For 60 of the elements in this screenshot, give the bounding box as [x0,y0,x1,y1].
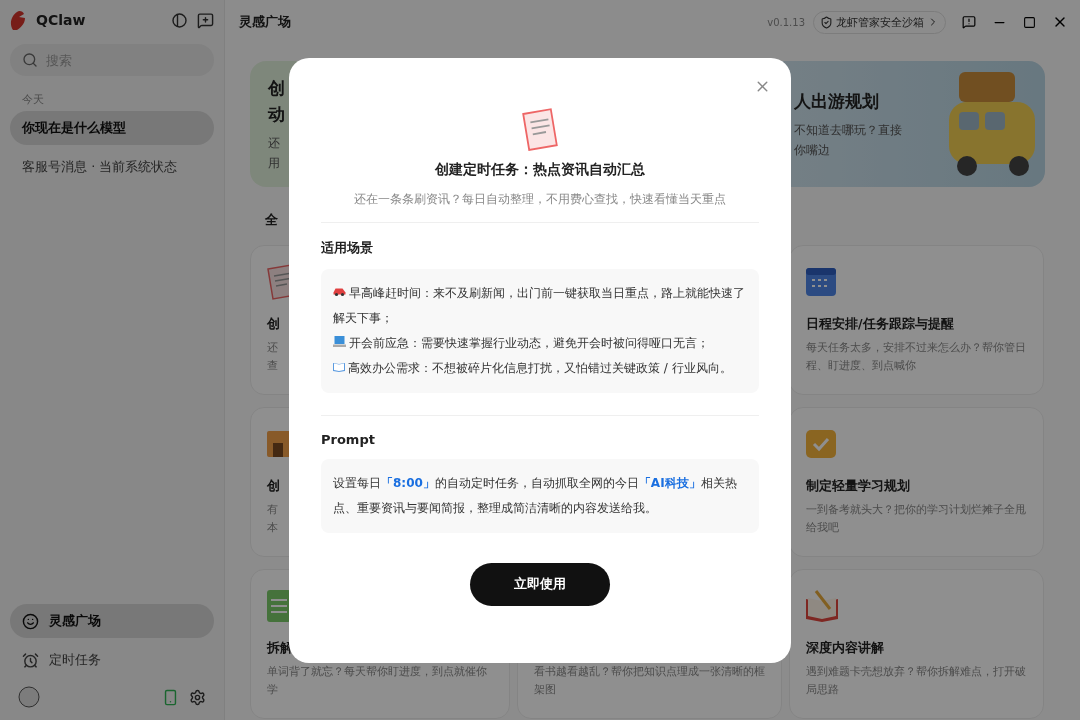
newspaper-icon [522,107,558,151]
smile-icon [22,612,39,630]
new-chat-icon[interactable] [197,11,214,29]
alarm-clock-icon [22,651,39,669]
card-title: 日程安排/任务跟踪与提醒 [806,316,954,333]
dialog-subtitle: 还在一条条刷资讯？每日自动整理，不用费心查找，快速看懂当天重点 [353,190,727,208]
use-now-button[interactable]: 立即使用 [470,562,610,606]
open-book-icon [333,362,345,372]
card-description: 有 [267,502,278,518]
banner-text: 你嘴边 [793,142,831,159]
search-icon [22,52,38,68]
dialog-title: 创建定时任务：热点资讯自动汇总 [434,160,646,179]
feedback-icon[interactable] [962,15,976,29]
nav-label: 定时任务 [49,651,101,669]
claw-icon [10,10,26,30]
card-description: 学 [267,682,278,698]
shop-icon [267,431,291,457]
banner-title: 创 [268,77,285,100]
section-heading: Prompt [321,431,376,447]
card-description: 架图 [534,682,556,698]
nav-item[interactable]: 灵感广场 [10,604,214,638]
sandbox-label: 龙虾管家安全沙箱 [836,14,924,30]
card-description: 单词背了就忘？每天帮你盯进度，到点就催你 [267,664,487,680]
section-heading: 适用场景 [321,238,374,257]
card-description: 给我吧 [806,520,839,536]
maximize-icon[interactable] [1023,15,1036,29]
card-description: 查 [267,358,278,374]
book-icon [806,590,838,622]
nav-label: 灵感广场 [49,612,101,630]
chat-item[interactable]: 你现在是什么模型 [10,111,214,145]
settings-icon[interactable] [189,688,206,706]
chat-item[interactable]: 客服号消息 · 当前系统状态 [10,150,214,184]
sidebar-toggle-icon[interactable] [172,12,187,28]
prompt-text: 设置每日「8:00」的自动定时任务，自动抓取全网的今日「AI科技」相关热点、重要资讯与要闻简报，整理成简洁清晰的内容发送给我。 [333,474,738,517]
app-name: QClaw [36,12,87,28]
shield-icon [820,15,833,29]
card-description: 还 [267,340,278,356]
card-title: 制定轻量学习规划 [806,478,910,495]
banner-text: 用 [268,155,281,172]
card-title: 创 [267,478,280,495]
page-title: 灵感广场 [239,13,292,31]
card-description: 程、盯进度、到点喊你 [806,358,916,374]
scenario-text: 高效办公需求：不想被碎片化信息打扰，又怕错过关键政策 / 行业风向。 [333,355,747,381]
banner-text: 还 [268,135,281,152]
banner-text: 不知道去哪玩？直接 [793,122,902,139]
banner-title: 动 [268,103,285,126]
card-title: 深度内容讲解 [806,640,884,657]
nav-item[interactable]: 定时任务 [10,643,214,677]
avatar-icon[interactable] [18,686,40,708]
card-title: 创 [267,316,280,333]
laptop-icon [333,335,346,347]
group-label: 今天 [22,92,45,107]
car-icon [333,287,346,297]
banner-title: 人出游规划 [793,90,880,113]
calendar-icon [806,268,836,296]
card-description: 本 [267,520,278,536]
scenario-text: 早高峰赶时间：来不及刷新闻，出门前一键获取当日重点，路上就能快速了解天下事； [333,284,746,327]
calendar-check-icon [806,430,836,458]
scenario-text: 开会前应急：需要快速掌握行业动态，避免开会时被问得哑口无言； [333,330,747,356]
version-label: v0.1.13 [767,16,805,28]
